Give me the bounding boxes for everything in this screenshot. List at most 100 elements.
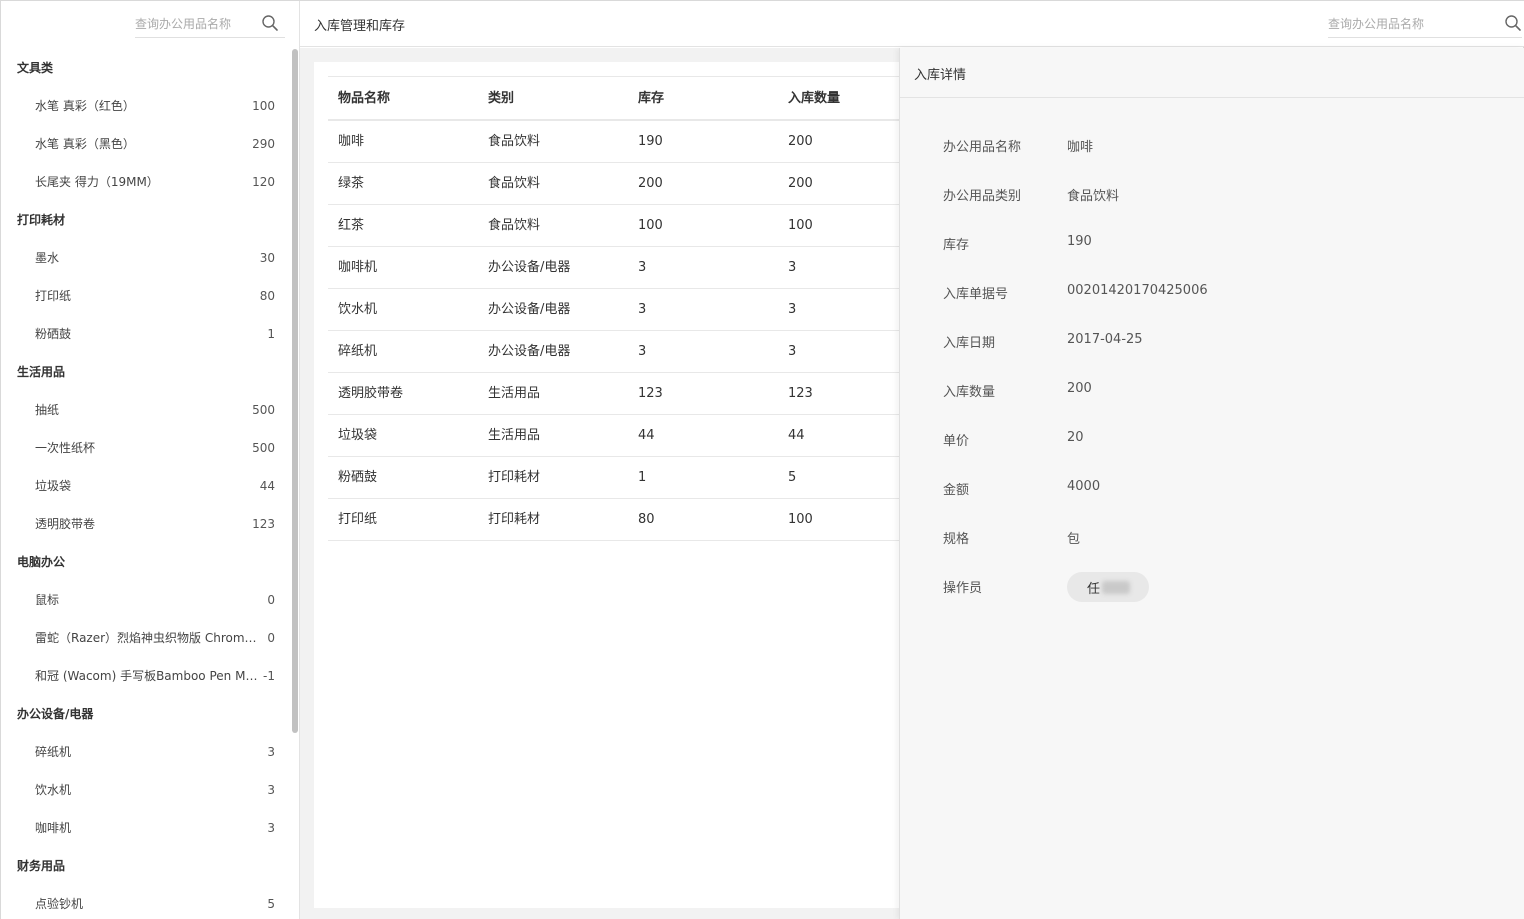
inventory-card: 物品名称 类别 库存 入库数量 咖啡 食品饮料 190 200 绿茶 食品饮料 200 200… bbox=[314, 62, 914, 908]
category-heading[interactable]: 办公设备/电器 bbox=[1, 695, 291, 733]
search-icon[interactable] bbox=[1504, 14, 1522, 32]
sidebar-item[interactable]: 饮水机 3 bbox=[1, 771, 291, 809]
detail-field-value: 20 bbox=[1067, 430, 1084, 445]
detail-field-label: 入库单据号 bbox=[943, 287, 1009, 302]
cell-stock: 80 bbox=[638, 512, 655, 527]
table-row[interactable]: 碎纸机 办公设备/电器 3 3 bbox=[328, 331, 914, 373]
table-header-row: 物品名称 类别 库存 入库数量 bbox=[328, 77, 914, 121]
detail-field-value: 食品饮料 bbox=[1067, 189, 1120, 204]
cell-category: 办公设备/电器 bbox=[488, 302, 571, 317]
sidebar-item-count: 0 bbox=[267, 631, 275, 645]
sidebar-item[interactable]: 垃圾袋 44 bbox=[1, 467, 291, 505]
sidebar: 文具类水笔 真彩（红色） 100 水笔 真彩（黑色）290长尾夹 得力（19MM）1… bbox=[1, 1, 300, 919]
column-header-name[interactable]: 物品名称 bbox=[338, 77, 390, 121]
sidebar-item[interactable]: 墨水 30 bbox=[1, 239, 291, 277]
category-heading[interactable]: 打印耗材 bbox=[1, 201, 291, 239]
table-row[interactable]: 饮水机 办公设备/电器 3 3 bbox=[328, 289, 914, 331]
cell-quantity: 5 bbox=[788, 470, 797, 485]
detail-field-value: 包 bbox=[1067, 532, 1081, 547]
sidebar-item[interactable]: 粉硒鼓 1 bbox=[1, 315, 291, 353]
detail-field-value: 190 bbox=[1067, 234, 1092, 249]
sidebar-item[interactable]: 抽纸 500 bbox=[1, 391, 291, 429]
table-row[interactable]: 透明胶带卷 生活用品 123 123 bbox=[328, 373, 914, 415]
detail-field: 入库单据号 00201420170425006 bbox=[900, 278, 1524, 306]
sidebar-item[interactable]: 水笔 真彩（黑色） 290 bbox=[1, 125, 291, 163]
sidebar-item-name: 饮水机 bbox=[35, 783, 72, 797]
cell-stock: 44 bbox=[638, 428, 655, 443]
table-row[interactable]: 绿茶 食品饮料 200 200 bbox=[328, 163, 914, 205]
table-row[interactable]: 咖啡 食品饮料 190 200 bbox=[328, 121, 914, 163]
sidebar-item-count: 3 bbox=[267, 745, 275, 759]
search-icon[interactable] bbox=[261, 14, 279, 32]
cell-name: 红茶 bbox=[338, 218, 365, 233]
operator-chip[interactable]: 任 bbox=[1067, 572, 1149, 602]
detail-field-label: 办公用品名称 bbox=[943, 140, 1022, 155]
cell-category: 食品饮料 bbox=[488, 218, 541, 233]
detail-field-value: 咖啡 bbox=[1067, 140, 1094, 155]
sidebar-item-count: 500 bbox=[252, 403, 275, 417]
sidebar-item-name: 咖啡机 bbox=[35, 821, 72, 835]
sidebar-item[interactable]: 点验钞机 5 bbox=[1, 885, 291, 919]
sidebar-item-count: 500 bbox=[252, 441, 275, 455]
sidebar-item-name: 和冠 (Wacom) 手写板Bamboo Pen Mediu... bbox=[35, 669, 263, 683]
sidebar-item-name: 雷蛇（Razer）烈焰神虫织物版 Chroma硬质... bbox=[35, 631, 263, 645]
cell-quantity: 3 bbox=[788, 260, 797, 275]
sidebar-item[interactable]: 一次性纸杯 500 bbox=[1, 429, 291, 467]
cell-quantity: 123 bbox=[788, 386, 813, 401]
table-row[interactable]: 垃圾袋 生活用品 44 44 bbox=[328, 415, 914, 457]
sidebar-item-count: 3 bbox=[267, 821, 275, 835]
cell-name: 绿茶 bbox=[338, 176, 365, 191]
detail-field-label: 办公用品类别 bbox=[943, 189, 1022, 204]
column-header-stock[interactable]: 库存 bbox=[638, 77, 664, 121]
category-list: 文具类水笔 真彩（红色） 100 水笔 真彩（黑色） 290 长尾夹 得力（19MM） 1… bbox=[1, 49, 291, 919]
sidebar-item[interactable]: 碎纸机 3 bbox=[1, 733, 291, 771]
sidebar-item[interactable]: 和冠 (Wacom) 手写板Bamboo Pen Mediu... -1 bbox=[1, 657, 291, 695]
sidebar-item-name: 碎纸机 bbox=[35, 745, 72, 759]
sidebar-item[interactable]: 透明胶带卷 123 bbox=[1, 505, 291, 543]
operator-name-redacted bbox=[1102, 581, 1130, 594]
cell-category: 办公设备/电器 bbox=[488, 344, 571, 359]
table-row[interactable]: 红茶 食品饮料 100 100 bbox=[328, 205, 914, 247]
sidebar-item-count: 0 bbox=[267, 593, 275, 607]
sidebar-item[interactable]: 打印纸 80 bbox=[1, 277, 291, 315]
column-header-quantity[interactable]: 入库数量 bbox=[788, 77, 840, 121]
header-search-input[interactable] bbox=[1328, 15, 1488, 33]
table-row[interactable]: 打印纸 打印耗材 80 100 bbox=[328, 499, 914, 541]
category-heading[interactable]: 电脑办公 bbox=[1, 543, 291, 581]
table-row[interactable]: 粉硒鼓 打印耗材 1 5 bbox=[328, 457, 914, 499]
category-heading[interactable]: 财务用品 bbox=[1, 847, 291, 885]
sidebar-search-input[interactable] bbox=[135, 15, 255, 33]
detail-field-label: 规格 bbox=[943, 532, 970, 547]
sidebar-item-count: 3 bbox=[267, 783, 275, 797]
sidebar-item-name: 鼠标 bbox=[35, 593, 60, 607]
sidebar-item[interactable]: 鼠标 0 bbox=[1, 581, 291, 619]
sidebar-scrollbar[interactable] bbox=[292, 49, 298, 733]
sidebar-item-name: 透明胶带卷 bbox=[35, 517, 96, 531]
sidebar-item-count: 120 bbox=[252, 175, 275, 189]
sidebar-item[interactable]: 长尾夹 得力（19MM） 120 bbox=[1, 163, 291, 201]
detail-field-label: 操作员 bbox=[943, 581, 983, 596]
operator-name: 任 bbox=[1087, 582, 1101, 597]
category-heading[interactable]: 文具类 bbox=[1, 49, 291, 87]
detail-field-label: 入库数量 bbox=[943, 385, 996, 400]
detail-field-value: 200 bbox=[1067, 381, 1092, 396]
sidebar-item[interactable]: 咖啡机 3 bbox=[1, 809, 291, 847]
category-heading[interactable]: 生活用品 bbox=[1, 353, 291, 391]
page-title: 入库管理和库存 bbox=[314, 19, 406, 34]
column-header-category[interactable]: 类别 bbox=[488, 77, 514, 121]
cell-name: 咖啡 bbox=[338, 134, 365, 149]
sidebar-item-count: 100 bbox=[252, 99, 275, 113]
cell-stock: 3 bbox=[638, 302, 647, 317]
cell-stock: 200 bbox=[638, 176, 663, 191]
table-row[interactable]: 咖啡机 办公设备/电器 3 3 bbox=[328, 247, 914, 289]
sidebar-item[interactable]: 水笔 真彩（红色） 100 bbox=[1, 87, 291, 125]
sidebar-item[interactable]: 雷蛇（Razer）烈焰神虫织物版 Chroma硬质... 0 bbox=[1, 619, 291, 657]
cell-category: 打印耗材 bbox=[488, 512, 541, 527]
detail-title: 入库详情 bbox=[914, 68, 967, 83]
detail-field-value: 2017-04-25 bbox=[1067, 332, 1143, 347]
sidebar-item-name: 水笔 真彩（红色） bbox=[35, 99, 135, 113]
cell-name: 咖啡机 bbox=[338, 260, 378, 275]
cell-stock: 100 bbox=[638, 218, 663, 233]
detail-divider bbox=[900, 97, 1524, 98]
sidebar-item-name: 墨水 bbox=[35, 251, 60, 265]
